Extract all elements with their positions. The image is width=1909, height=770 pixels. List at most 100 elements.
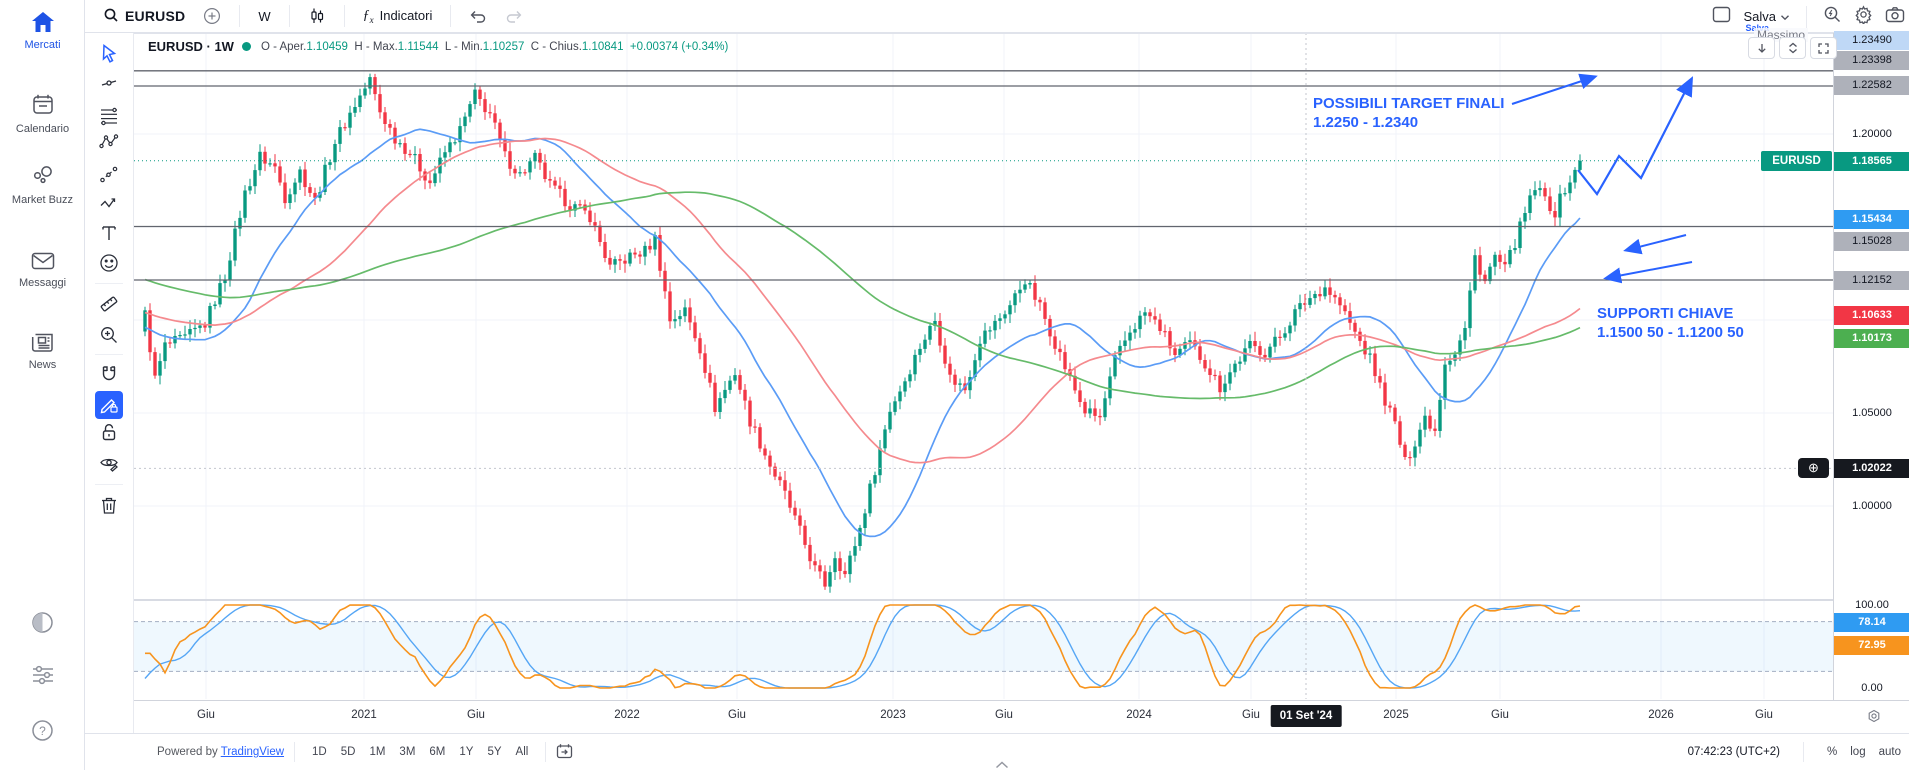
price-scale[interactable]: 1.234901.233981.225821.200001.185651.154… [1833,33,1909,700]
percent-scale-button[interactable]: % [1827,746,1837,758]
time-axis[interactable]: Giu2021Giu2022Giu2023Giu2024Giu2025Giu20… [134,700,1909,733]
sidebar-item-mercati[interactable]: Mercati [0,10,85,52]
news-icon [30,341,56,358]
symbol-name: EURUSD [125,8,185,24]
scroll-down-button[interactable] [1748,37,1775,59]
range-button-3m[interactable]: 3M [392,743,422,761]
toolbar-divider [1806,6,1807,28]
chart-legend[interactable]: EURUSD · 1W O - Aper.1.10459 H - Max.1.1… [148,38,728,55]
emoji-tool-icon[interactable] [95,249,123,277]
maximize-pane-button[interactable] [1810,37,1837,59]
redo-icon[interactable] [501,6,527,26]
price-label-tick: 1.05000 [1834,404,1909,423]
annotation-arrow [1607,262,1692,278]
settings-gear-icon[interactable] [1854,5,1873,29]
camera-snapshot-icon[interactable] [1885,6,1905,28]
eye-tool-icon[interactable] [95,449,123,477]
add-alert-plus-button[interactable]: ⊕ [1798,458,1829,478]
footer-divider [1803,742,1804,762]
time-label: 2023 [863,709,923,721]
buzz-icon [30,176,56,193]
range-button-5y[interactable]: 5Y [480,743,508,761]
symbol-search-button[interactable]: EURUSD [99,5,189,28]
footer-divider [294,742,295,762]
go-to-date-icon[interactable] [556,743,574,762]
undo-icon[interactable] [465,6,491,26]
price-label-osc-orange: 72.95 [1834,636,1909,655]
search-icon [103,7,119,26]
range-button-6m[interactable]: 6M [422,743,452,761]
legend-high-label: H - Max. [354,41,397,53]
annotation-text: 1.2250 - 1.2340 [1313,114,1418,131]
legend-low-label: L - Min. [445,41,483,53]
time-label: 2025 [1366,709,1426,721]
ruler-tool-icon[interactable] [95,290,123,318]
trendline-tool-icon[interactable] [95,69,123,97]
sidebar-item-market-buzz[interactable]: Market Buzz [0,163,85,207]
interval-button[interactable]: W [254,7,274,26]
save-button[interactable]: Salva Salva [1743,8,1790,26]
svg-text:?: ? [39,724,46,738]
help-icon[interactable]: ? [0,718,85,748]
time-label: 2024 [1109,709,1169,721]
zoomin-tool-icon[interactable] [95,321,123,349]
price-label-tick: 0.00 [1834,679,1909,698]
collapse-pane-button[interactable] [1779,37,1806,59]
layout-panel-icon[interactable] [1712,6,1731,28]
price-label-ma-blue: 1.15434 [1834,210,1909,229]
time-label: Giu [446,709,506,721]
range-button-1y[interactable]: 1Y [452,743,480,761]
tradingview-link[interactable]: TradingView [221,746,284,758]
legend-low-value: 1.10257 [483,41,525,53]
sidebar-item-news[interactable]: News [0,330,85,372]
candles [143,74,1581,593]
toolbar-left-group: EURUSD W ƒx Indicatori [85,5,527,28]
toolbar-divider [344,5,345,27]
text-tool-icon[interactable] [95,219,123,247]
chart-style-icon[interactable] [304,5,330,27]
toolbar-divider [289,5,290,27]
range-buttons: 1D5D1M3M6M1Y5YAll [305,743,535,761]
ma-45-line [145,139,1580,463]
cursor-tool-icon[interactable] [95,40,123,68]
lock-tool-icon[interactable] [95,418,123,446]
quick-search-icon[interactable] [1823,5,1842,29]
price-label-tick: 1.20000 [1834,125,1909,144]
sidebar-item-label: Market Buzz [0,194,85,207]
indicators-button[interactable]: ƒx Indicatori [359,6,437,27]
toolbar-separator [95,484,123,485]
toolbar-separator [95,283,123,284]
range-button-1m[interactable]: 1M [362,743,392,761]
auto-scale-button[interactable]: auto [1879,746,1901,758]
chart-canvas[interactable]: POSSIBILI TARGET FINALI1.2250 - 1.2340SU… [134,33,1833,700]
draw-tool-icon[interactable] [95,391,123,419]
range-button-all[interactable]: All [509,743,536,761]
pattern-tool-icon[interactable] [95,128,123,156]
annotation-arrow [1627,235,1686,250]
session-clock[interactable]: 07:42:23 (UTC+2) [1688,746,1780,758]
range-button-5d[interactable]: 5D [334,743,363,761]
axis-settings-gear-icon[interactable] [1867,709,1881,728]
sliders-icon[interactable] [0,664,85,691]
forecast-tool-icon[interactable] [95,160,123,188]
status-dot [242,42,251,51]
log-scale-button[interactable]: log [1850,746,1865,758]
calendar-icon [30,105,56,122]
time-label: Giu [1734,709,1794,721]
legend-change-value: +0.00374 (+0.34%) [630,41,728,53]
sidebar-item-messaggi[interactable]: Messaggi [0,250,85,290]
wave-tool-icon[interactable] [95,189,123,217]
time-label: 2022 [597,709,657,721]
range-button-1d[interactable]: 1D [305,743,334,761]
sidebar-item-calendario[interactable]: Calendario [0,92,85,136]
sidebar-item-label: Messaggi [0,277,85,290]
crosshair-date-label: 01 Set '24 [1271,705,1342,727]
price-label-ma-green: 1.10173 [1834,329,1909,348]
magnet-tool-icon[interactable] [95,360,123,388]
contrast-icon[interactable] [0,610,85,640]
fib-tool-icon[interactable] [95,102,123,130]
mail-icon [30,259,56,276]
compare-add-icon[interactable] [199,5,225,27]
trash-tool-icon[interactable] [95,491,123,519]
expand-pane-caret[interactable] [995,756,1009,770]
